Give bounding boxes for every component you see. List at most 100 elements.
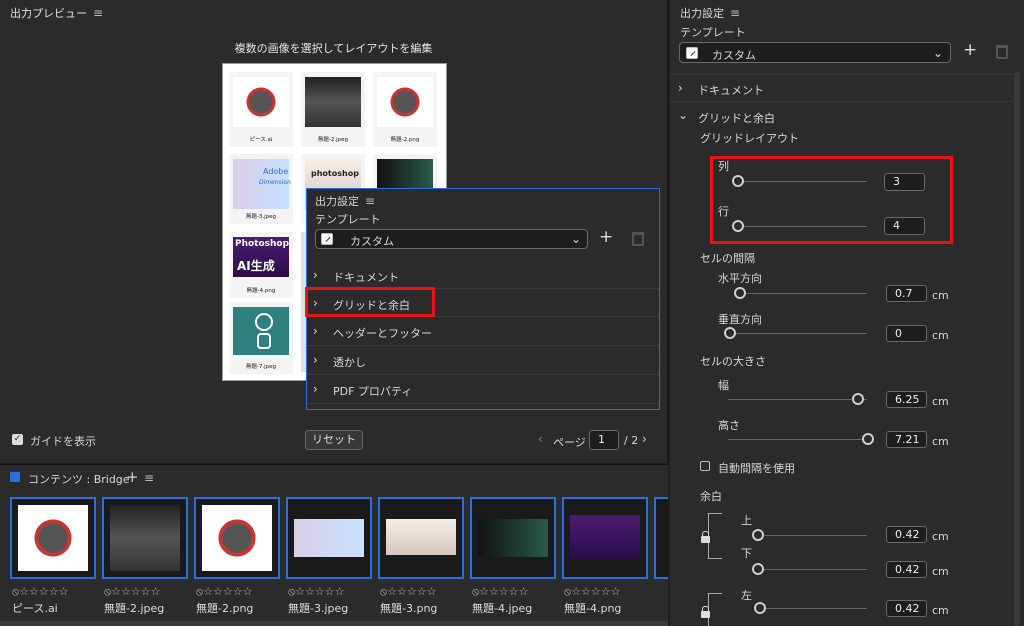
photoshop-banner-image xyxy=(386,519,456,555)
trash-icon[interactable] xyxy=(632,232,644,249)
vertical-slider[interactable] xyxy=(728,333,867,334)
settings-title: 出力設定 ≡ xyxy=(680,6,741,20)
rating-stars[interactable]: ⦸☆☆☆☆☆ xyxy=(196,585,252,599)
lock-icon[interactable] xyxy=(701,531,710,546)
link-bracket xyxy=(708,593,722,626)
height-label: 高さ xyxy=(718,419,740,432)
horizontal-slider-knob[interactable] xyxy=(734,287,746,299)
lock-icon[interactable] xyxy=(701,606,710,621)
sheet-cell[interactable]: 無題-7.jpeg xyxy=(229,302,293,374)
horizontal-scrollbar[interactable] xyxy=(0,621,668,626)
add-icon[interactable]: + xyxy=(963,40,977,60)
top-slider-knob[interactable] xyxy=(752,529,764,541)
thumbnail[interactable] xyxy=(10,497,96,579)
chevron-down-icon: ⌄ xyxy=(678,108,689,122)
horizontal-label: 水平方向 xyxy=(718,272,762,285)
photoshop-ai-image: Photoshop AI生成 xyxy=(233,237,289,277)
left-label: 左 xyxy=(741,589,752,602)
bottom-slider[interactable] xyxy=(758,569,867,570)
overlay-section-header-footer[interactable]: › ヘッダーとフッター xyxy=(307,317,659,346)
panel-menu-icon[interactable]: ≡ xyxy=(93,6,103,20)
thumbnail-label: 無題-4.png xyxy=(564,602,622,615)
thumbnail[interactable] xyxy=(378,497,464,579)
prev-page-icon[interactable]: ‹ xyxy=(538,432,543,446)
vertical-input[interactable]: 0 xyxy=(886,325,927,342)
dark-banner-image xyxy=(478,519,548,557)
thumbnail[interactable] xyxy=(102,497,188,579)
overlay-section-watermark[interactable]: › 透かし xyxy=(307,346,659,375)
panel-menu-icon[interactable]: ≡ xyxy=(144,471,154,485)
rating-stars[interactable]: ⦸☆☆☆☆☆ xyxy=(564,585,620,599)
sheet-cell[interactable]: ピース.ai xyxy=(229,72,293,147)
width-input[interactable]: 6.25 xyxy=(886,391,927,408)
width-slider[interactable] xyxy=(728,399,867,400)
bottom-slider-knob[interactable] xyxy=(752,563,764,575)
unit-label: cm xyxy=(932,329,949,342)
sheet-cell[interactable]: 無題-2.jpeg xyxy=(301,72,365,147)
overlay-section-document[interactable]: › ドキュメント xyxy=(307,261,659,289)
preview-heading: 複数の画像を選択してレイアウトを編集 xyxy=(234,42,433,55)
thumbnail-partial[interactable] xyxy=(654,497,668,579)
horse-image xyxy=(233,77,289,127)
top-input[interactable]: 0.42 xyxy=(886,526,927,543)
floating-output-settings: 出力設定 ≡ テンプレート カスタム ⌄ + › ドキュメント › グリッドと余白… xyxy=(305,188,660,410)
thumbnail-label: 無題-4.jpeg xyxy=(472,602,533,615)
sheet-cell[interactable]: Adobe Dimension 無題-3.jpeg xyxy=(229,154,293,224)
rating-stars[interactable]: ⦸☆☆☆☆☆ xyxy=(288,585,344,599)
unit-label: cm xyxy=(932,604,949,617)
thumbnail[interactable] xyxy=(562,497,648,579)
left-input[interactable]: 0.42 xyxy=(886,600,927,617)
next-page-icon[interactable]: › xyxy=(642,432,647,446)
panel-menu-icon[interactable]: ≡ xyxy=(365,194,375,208)
section-grid-margin[interactable]: ⌄ グリッドと余白 xyxy=(670,104,1012,128)
rating-stars[interactable]: ⦸☆☆☆☆☆ xyxy=(472,585,528,599)
trash-icon[interactable] xyxy=(996,45,1008,62)
thumbnail[interactable] xyxy=(194,497,280,579)
section-document[interactable]: › ドキュメント xyxy=(670,74,1012,102)
photoshop-ai-image xyxy=(570,515,640,559)
show-guides-checkbox[interactable]: ✓ xyxy=(12,434,23,445)
thumbnail[interactable] xyxy=(470,497,556,579)
chevron-right-icon: › xyxy=(313,324,318,338)
height-slider-knob[interactable] xyxy=(862,433,874,445)
rating-stars[interactable]: ⦸☆☆☆☆☆ xyxy=(12,585,68,599)
sheet-cell[interactable]: Photoshop AI生成 無題-4.png xyxy=(229,232,293,298)
horse-image xyxy=(202,505,272,571)
vertical-slider-knob[interactable] xyxy=(724,327,736,339)
rating-stars[interactable]: ⦸☆☆☆☆☆ xyxy=(104,585,160,599)
chevron-down-icon: ⌄ xyxy=(932,46,943,60)
cell-spacing-label: セルの間隔 xyxy=(700,252,755,265)
add-icon[interactable]: + xyxy=(126,468,139,486)
width-slider-knob[interactable] xyxy=(852,393,864,405)
auto-spacing-checkbox[interactable] xyxy=(700,461,710,471)
rating-stars[interactable]: ⦸☆☆☆☆☆ xyxy=(380,585,436,599)
chevron-right-icon: › xyxy=(313,353,318,367)
add-icon[interactable]: + xyxy=(599,227,613,247)
unit-label: cm xyxy=(932,530,949,543)
top-slider[interactable] xyxy=(758,535,867,536)
page-input[interactable]: 1 xyxy=(589,430,619,450)
horizontal-input[interactable]: 0.7 xyxy=(886,285,927,302)
overlay-template-select[interactable]: カスタム ⌄ xyxy=(315,229,588,249)
margin-label: 余白 xyxy=(700,490,722,503)
thumbnail-label: 無題-3.png xyxy=(380,602,438,615)
height-slider[interactable] xyxy=(728,439,867,440)
overlay-section-pdf[interactable]: › PDF プロパティ xyxy=(307,375,659,404)
panel-menu-icon[interactable]: ≡ xyxy=(730,6,740,20)
thumbnail[interactable] xyxy=(286,497,372,579)
left-slider-knob[interactable] xyxy=(754,602,766,614)
horizontal-slider[interactable] xyxy=(736,293,867,294)
left-slider[interactable] xyxy=(760,608,867,609)
thumbnail-label: 無題-3.jpeg xyxy=(288,602,349,615)
height-input[interactable]: 7.21 xyxy=(886,431,927,448)
link-bracket xyxy=(708,513,722,558)
bottom-input[interactable]: 0.42 xyxy=(886,561,927,578)
adobe-dimension-image: Adobe Dimension xyxy=(233,159,291,209)
vertical-scrollbar[interactable] xyxy=(1014,72,1020,626)
template-select[interactable]: カスタム ⌄ xyxy=(679,42,951,63)
show-guides-label: ガイドを表示 xyxy=(30,435,96,448)
bridge-icon xyxy=(10,472,20,482)
template-label: テンプレート xyxy=(680,26,746,39)
sheet-cell[interactable]: 無題-2.png xyxy=(373,72,437,147)
reset-button[interactable]: リセット xyxy=(305,430,363,450)
